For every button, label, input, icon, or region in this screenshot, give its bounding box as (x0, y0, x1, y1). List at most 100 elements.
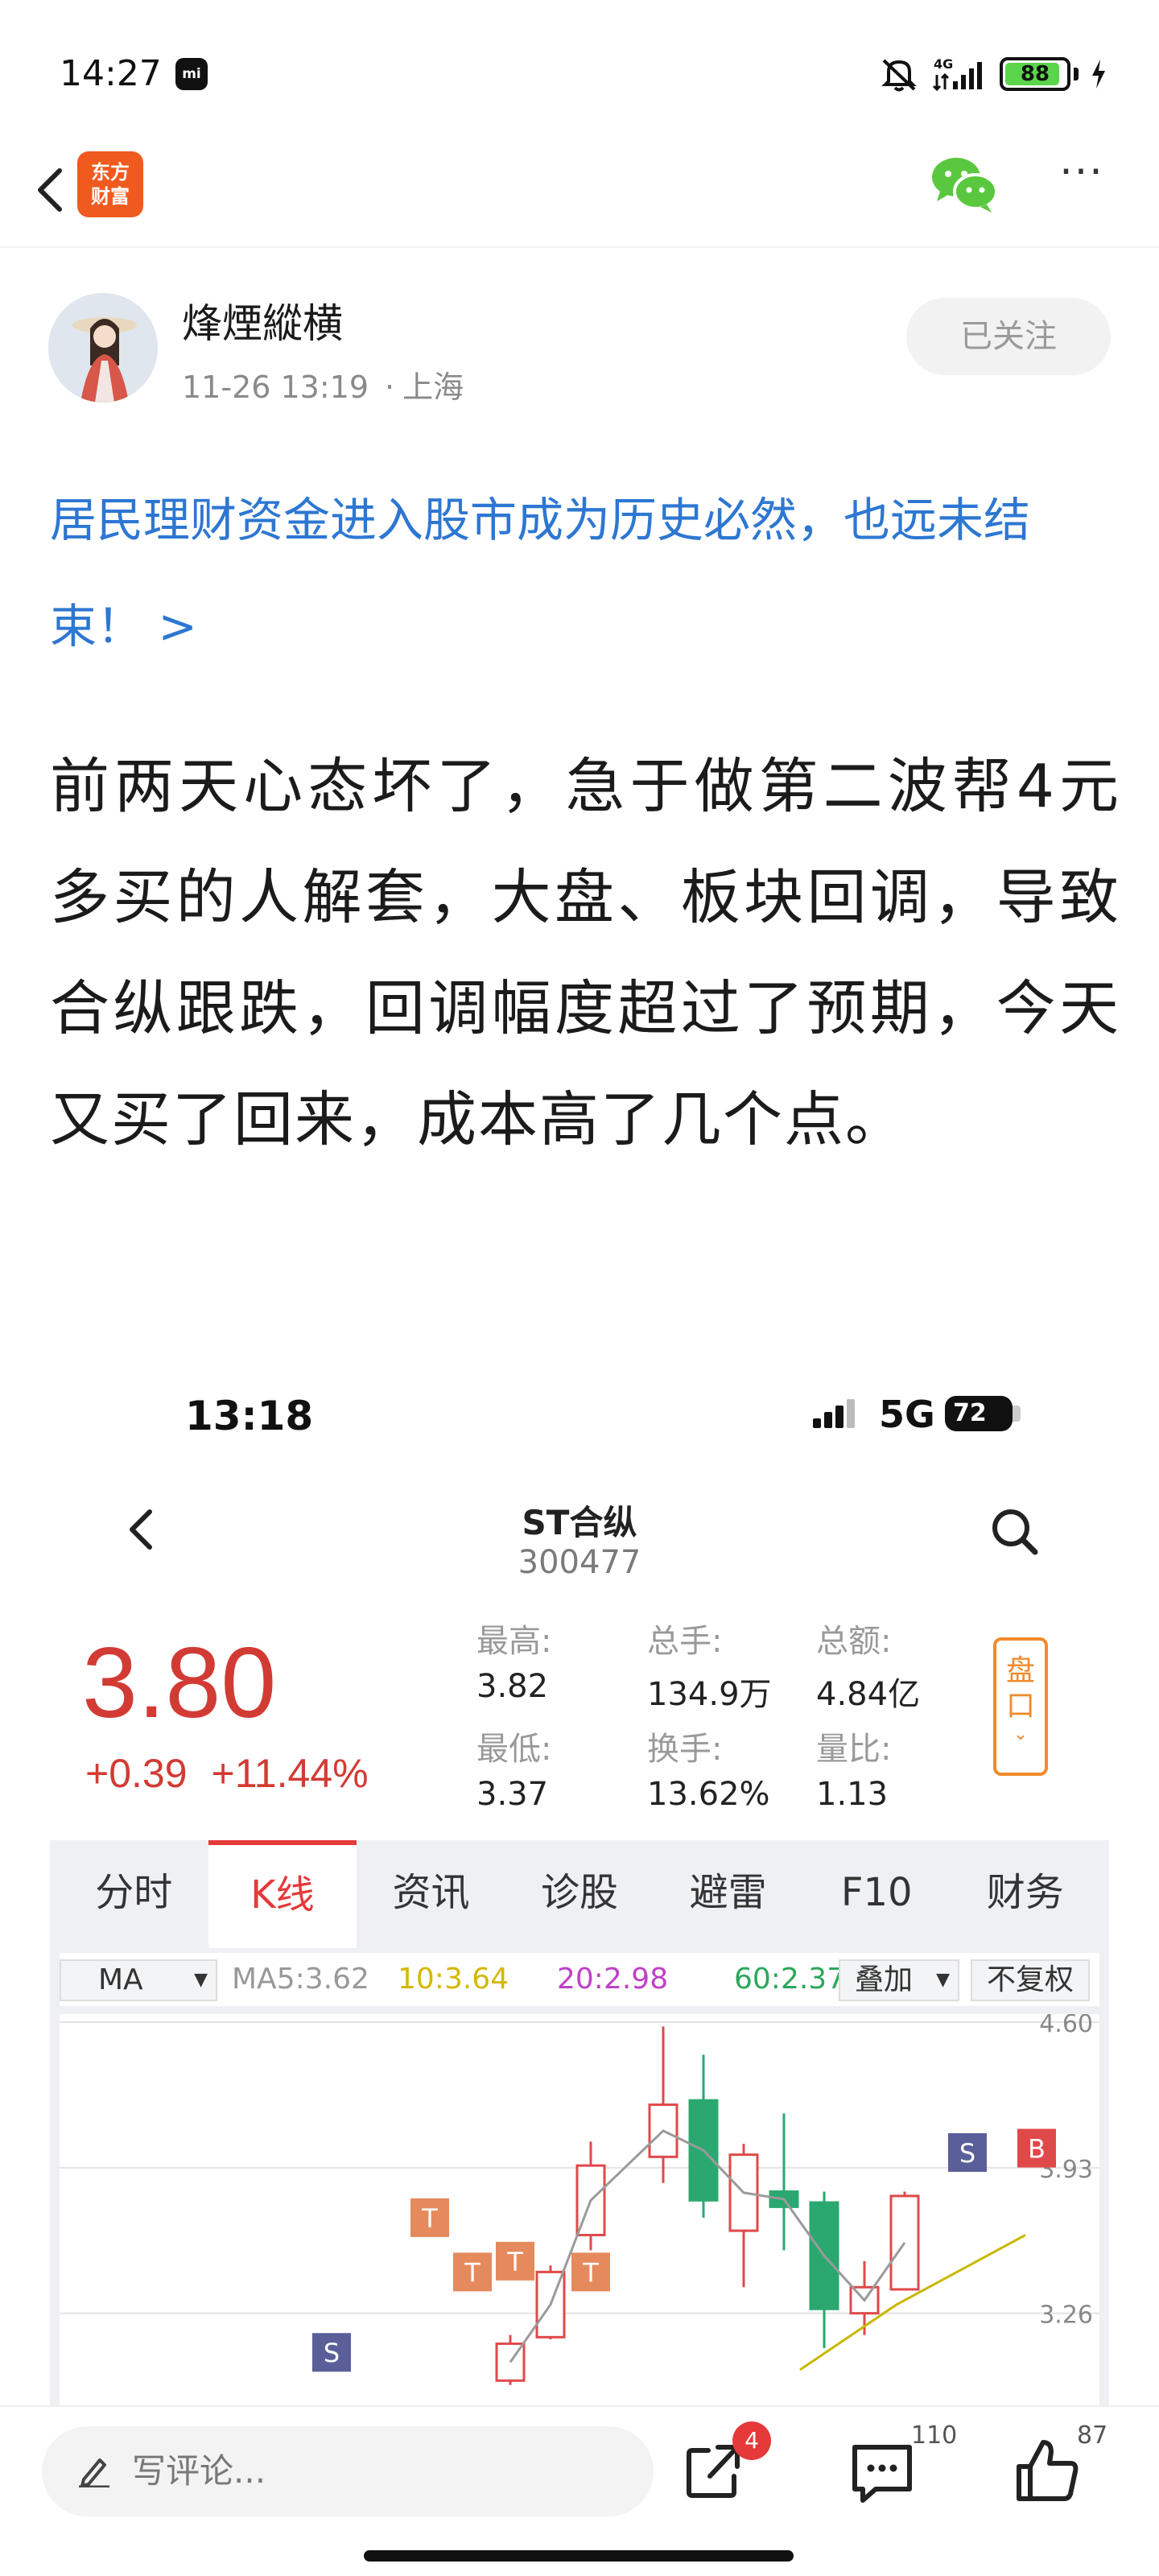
status-bar: 14:27 mi 4G 88 (0, 0, 1159, 145)
chart-panel: 分时 K线资讯 诊股 避雷 F10 财务 MA MA5:3.62 10:3.64 20:2.9… (50, 1840, 1109, 2415)
app-logo-line1: 东方 (91, 161, 130, 184)
ma-value: 2.37 (780, 1963, 846, 1996)
ma-label: MA5: (232, 1963, 305, 1996)
mute-icon (881, 59, 917, 92)
pen-icon (79, 2458, 109, 2487)
share-badge: 4 (732, 2421, 771, 2460)
charging-icon (1092, 60, 1105, 89)
post-date: 11-26 13:19 (182, 369, 369, 405)
buy-marker-label: B (1028, 2134, 1046, 2165)
avatar-image (48, 293, 158, 402)
image-signal-icon (813, 1399, 855, 1428)
turnover-value: 13.62% (647, 1776, 770, 1813)
kline-chart: 4.60 3.93 3.26 S S B T T T T (60, 2010, 1099, 2415)
kline-svg: 4.603.933.26SS BTT T T (60, 2010, 1099, 2385)
sell-marker-label: S (324, 2338, 340, 2368)
follow-button[interactable]: 已关注 (906, 298, 1111, 375)
like-count: 87 (1077, 2421, 1108, 2450)
t-marker-label: T (582, 2257, 599, 2288)
post-location: 上海 (402, 369, 464, 405)
t-marker-label: T (464, 2257, 481, 2288)
bottom-bar: 写评论... 4 110 87 (0, 2405, 1159, 2576)
change-value: +0.39 (85, 1751, 188, 1796)
price-change: +0.39 +11.44% (85, 1750, 369, 1797)
tab-4: 避雷 (689, 1870, 767, 1915)
image-battery: 72 (945, 1396, 1021, 1431)
comment-input[interactable]: 写评论... (42, 2426, 654, 2516)
ma-value: 3.64 (443, 1963, 509, 1996)
app-logo: 东方 财富 (77, 151, 143, 217)
high-label: 最高: (476, 1623, 552, 1660)
ma-item-2: 20:2.98 (557, 1953, 668, 2006)
like-icon[interactable] (1006, 2431, 1087, 2512)
stock-code: 300477 (518, 1544, 641, 1581)
network-type: 4G (934, 56, 953, 72)
adjust-button: 不复权 (971, 1959, 1090, 2001)
comment-icon[interactable] (842, 2431, 922, 2512)
ma-item-3: 60:2.37 (734, 1953, 845, 2006)
stock-name: ST合纵 (522, 1503, 637, 1542)
image-network-type: 5G (879, 1393, 935, 1436)
sell-marker-label: S (959, 2138, 975, 2169)
amount-value: 4.84亿 (816, 1676, 921, 1713)
status-time: 14:27 (60, 53, 162, 94)
amount-label: 总额: (816, 1623, 892, 1660)
topic-link[interactable]: 居民理财资金进入股市成为历史必然，也远未结束！ > (50, 467, 1112, 679)
post-image[interactable]: 13:18 5G 72 ST合纵 300477 3.80 +0.39 +11.44… (50, 1360, 1109, 2415)
turnover-label: 换手: (647, 1731, 723, 1768)
tab-0: 分时 (95, 1870, 173, 1915)
ma-item-0: MA5:3.62 (232, 1953, 369, 2006)
ma-item-1: 10:3.64 (398, 1953, 509, 2006)
t-marker-label: T (506, 2247, 523, 2277)
comment-placeholder: 写评论... (132, 2451, 266, 2491)
ma-value: 2.98 (603, 1963, 669, 1996)
more-menu-button[interactable]: ··· (1048, 151, 1116, 213)
ma-select: MA (60, 1959, 217, 2001)
low-label: 最低: (476, 1731, 552, 1768)
ma-label: 20: (557, 1963, 604, 1996)
tab-5: F10 (840, 1870, 913, 1915)
axis-tick-label: 3.26 (1039, 2301, 1093, 2330)
image-status-time: 13:18 (185, 1393, 314, 1439)
battery-cap (1074, 68, 1079, 80)
high-value: 3.82 (476, 1668, 549, 1705)
author-name[interactable]: 烽煙縱横 (182, 291, 343, 349)
image-search-icon (992, 1509, 1038, 1555)
ratio-label: 量比: (816, 1731, 892, 1768)
meta-separator: · (385, 369, 395, 405)
axis-tick-label: 4.60 (1039, 2014, 1093, 2038)
signal-icon: 4G (932, 56, 982, 92)
top-nav: 东方 财富 ··· (0, 145, 1159, 248)
post-body: 前两天心态坏了，急于做第二波帮4元多买的人解套，大盘、板块回调，导致合纵跟跌，回… (50, 752, 1120, 1154)
chart-tabs: 分时 K线 资讯 诊股 避雷 F10 财务 (60, 1840, 1099, 1948)
pankou-label: 盘口 (1005, 1654, 1035, 1723)
change-percent: +11.44% (211, 1751, 369, 1796)
volume-value: 134.9万 (647, 1676, 772, 1713)
tab-2: 资讯 (392, 1870, 470, 1915)
ma-value: 3.62 (304, 1963, 369, 1996)
back-icon[interactable] (19, 151, 84, 229)
tab-3: 诊股 (541, 1870, 619, 1915)
status-icons: 4G 88 (877, 55, 1107, 93)
volume-label: 总手: (647, 1623, 723, 1660)
ma-row: MA MA5:3.62 10:3.64 20:2.98 60:2.37 叠加 不复权 (60, 1953, 1099, 2006)
battery-icon: 88 (1000, 57, 1070, 91)
mi-notification-icon: mi (175, 58, 208, 90)
pankou-chevron-icon: ⌄ (1013, 1724, 1029, 1744)
app-logo-line2: 财富 (91, 185, 130, 208)
pankou-button: 盘口 ⌄ (993, 1637, 1048, 1776)
stock-price: 3.80 (82, 1628, 277, 1739)
avatar[interactable] (48, 293, 158, 402)
overlay-button: 叠加 (839, 1959, 959, 2001)
home-indicator (364, 2550, 794, 2562)
low-value: 3.37 (476, 1776, 549, 1813)
t-marker-label: T (421, 2203, 438, 2234)
ma-label: 10: (398, 1963, 444, 1996)
post-meta: 11-26 13:19 · 上海 (182, 362, 464, 407)
tab-6: 财务 (986, 1870, 1064, 1915)
tab-1: K线 (208, 1840, 357, 1948)
ratio-value: 1.13 (816, 1776, 889, 1813)
ma-label: 60: (734, 1963, 781, 1996)
battery-text: 88 (1020, 62, 1050, 86)
wechat-share-icon[interactable] (927, 151, 1001, 216)
